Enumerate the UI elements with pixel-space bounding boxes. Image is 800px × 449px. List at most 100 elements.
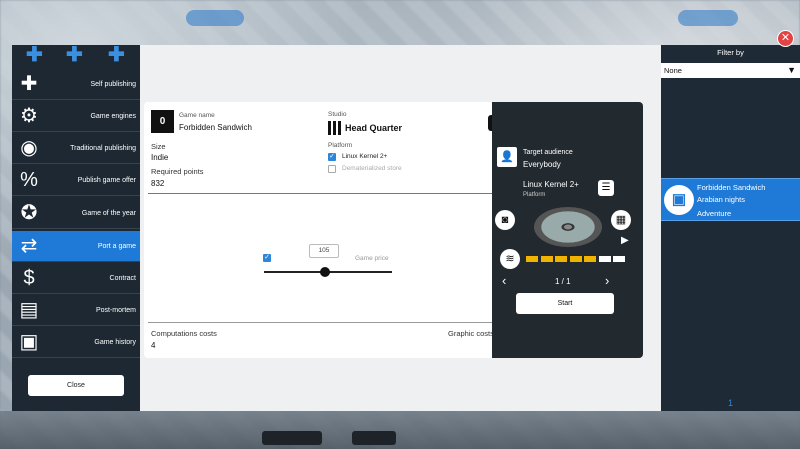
list-item-title: Forbidden Sandwich [697,183,766,192]
list-item-subtitle: Arabian nights [697,195,745,204]
game-price-caption: Game price [355,255,389,262]
studio-logo-icon [328,121,342,135]
game-port-panel: 0 Game name Forbidden Sandwich Studio He… [144,102,643,358]
chevron-down-icon: ▼ [787,65,796,75]
plus-icon: ✚ [108,44,125,66]
platform-linux-label: Linux Kernel 2+ [342,153,388,160]
plus-icon: ✚ [20,73,38,95]
platform-linux-checkbox[interactable]: ✓ [328,153,336,161]
divider [148,193,504,194]
progress-segment [540,256,553,262]
sidebar-item-port-a-game[interactable]: ⇄ Port a game [12,231,140,262]
sidebar-menu: ✚ Self publishing ⚙ Game engines ◉ Tradi… [12,67,140,411]
plus-icon: ✚ [66,44,83,66]
previous-page-arrow[interactable]: ‹ [502,273,506,288]
target-platform-section: 👤 Target audience Everybody Linux Kernel… [492,102,643,358]
monitor-icon: ▣ [19,331,39,353]
platform-options-button[interactable]: ☰ [598,180,614,196]
progress-segment [569,256,582,262]
platform-disc-image [534,207,602,247]
dollar-hand-icon: $ [23,267,35,289]
filter-dropdown[interactable]: None ▼ [661,63,800,78]
sidebar-item-contract[interactable]: $ Contract [12,263,140,294]
sidebar-item-game-of-the-year[interactable]: ✪ Game of the year [12,198,140,229]
book-icon: ▣ [664,185,694,215]
progress-segment [584,256,596,262]
percent-bubble-icon: % [20,169,38,191]
start-button[interactable]: Start [516,293,614,314]
platform-dematerialized-label: Dematerialized store [342,165,402,172]
platform-pager: 1 / 1 [555,277,571,286]
medal-icon: ✪ [20,202,38,224]
target-audience-caption: Target audience [523,149,573,156]
game-list [661,79,800,411]
audience-icon: 👤 [497,147,517,167]
background-hud-item [352,431,396,445]
next-page-arrow[interactable]: › [605,273,609,288]
game-price-slider-handle[interactable] [320,267,330,277]
platform-name-caption: Platform [523,192,546,198]
sidebar-item-traditional-publishing[interactable]: ◉ Traditional publishing [12,133,140,164]
game-info-section: 0 Game name Forbidden Sandwich Studio He… [144,102,508,358]
computations-costs-caption: Computations costs [151,329,217,338]
required-points: 832 [151,179,165,188]
graphic-costs-caption: Graphic costs [448,329,494,338]
progress-segment [555,256,567,262]
close-icon[interactable]: ✕ [777,30,794,47]
port-game-window: ✚ ✚ ✚ ✚ Self publishing ⚙ Game engines ◉… [12,45,800,411]
background-hud-bar [0,411,800,449]
close-button[interactable]: Close [28,375,124,396]
sidebar-item-label: Game of the year [81,210,136,217]
sidebar-item-game-history[interactable]: ▣ Game history [12,327,140,358]
game-avatar: 0 [151,110,174,133]
studio-caption: Studio [328,111,347,118]
sidebar-item-publish-game-offer[interactable]: % Publish game offer [12,165,140,196]
platform-name: Linux Kernel 2+ [523,180,579,189]
sidebar-item-self-publishing[interactable]: ✚ Self publishing [12,69,140,100]
sidebar-item-label: Game engines [90,113,136,120]
sidebar-item-label: Post-mortem [95,307,136,314]
list-page-number[interactable]: 1 [661,398,800,408]
grid-icon: ▦ [611,210,631,230]
size-caption: Size [151,142,166,151]
computations-costs: 4 [151,341,156,350]
game-name-caption: Game name [179,112,215,119]
sidebar-item-game-engines[interactable]: ⚙ Game engines [12,101,140,132]
progress-segment [598,256,611,262]
background-hud-item [262,431,322,445]
platform-caption: Platform [328,142,353,149]
sidebar-item-label: Contract [109,275,136,282]
list-item[interactable]: ▣ Forbidden Sandwich Arabian nights Adve… [661,178,800,221]
cpu-icon: ◙ [495,210,515,230]
plus-icon: ✚ [26,44,43,66]
game-name: Forbidden Sandwich [179,123,252,132]
sidebar-item-label: Traditional publishing [70,145,136,152]
list-item-genre: Adventure [697,209,732,218]
game-size: Indie [151,153,169,162]
platform-dematerialized-checkbox[interactable] [328,165,336,173]
discs-icon: ◉ [20,137,38,159]
background-label-pill [186,10,244,26]
game-list-panel: Filter by None ▼ ▣ Forbidden Sandwich Ar… [661,45,800,411]
background-label-pill [678,10,738,26]
sidebar-item-label: Self publishing [90,81,136,88]
gamepad-icon: ⚙ [20,105,38,127]
game-price-value[interactable]: 105 [309,244,339,258]
content-header [140,45,661,67]
studio-name: Head Quarter [345,123,403,133]
carousel-next-icon[interactable]: ▶ [621,235,629,246]
progress-segment [613,256,625,262]
sidebar-item-post-mortem[interactable]: ▤ Post-mortem [12,295,140,326]
clipboard-icon: ▤ [19,299,39,321]
port-game-content: 0 Game name Forbidden Sandwich Studio He… [140,67,661,411]
price-enable-checkbox[interactable]: ✓ [263,254,271,262]
port-devices-icon: ⇄ [20,235,38,257]
window-top-strip: ✚ ✚ ✚ [12,45,140,67]
filter-title: Filter by [717,48,744,57]
target-audience: Everybody [523,160,561,169]
sidebar-item-label: Port a game [97,243,136,250]
progress-segment [526,256,538,262]
divider [148,322,504,323]
required-points-caption: Required points [151,167,204,176]
filter-selected-value: None [664,66,682,75]
